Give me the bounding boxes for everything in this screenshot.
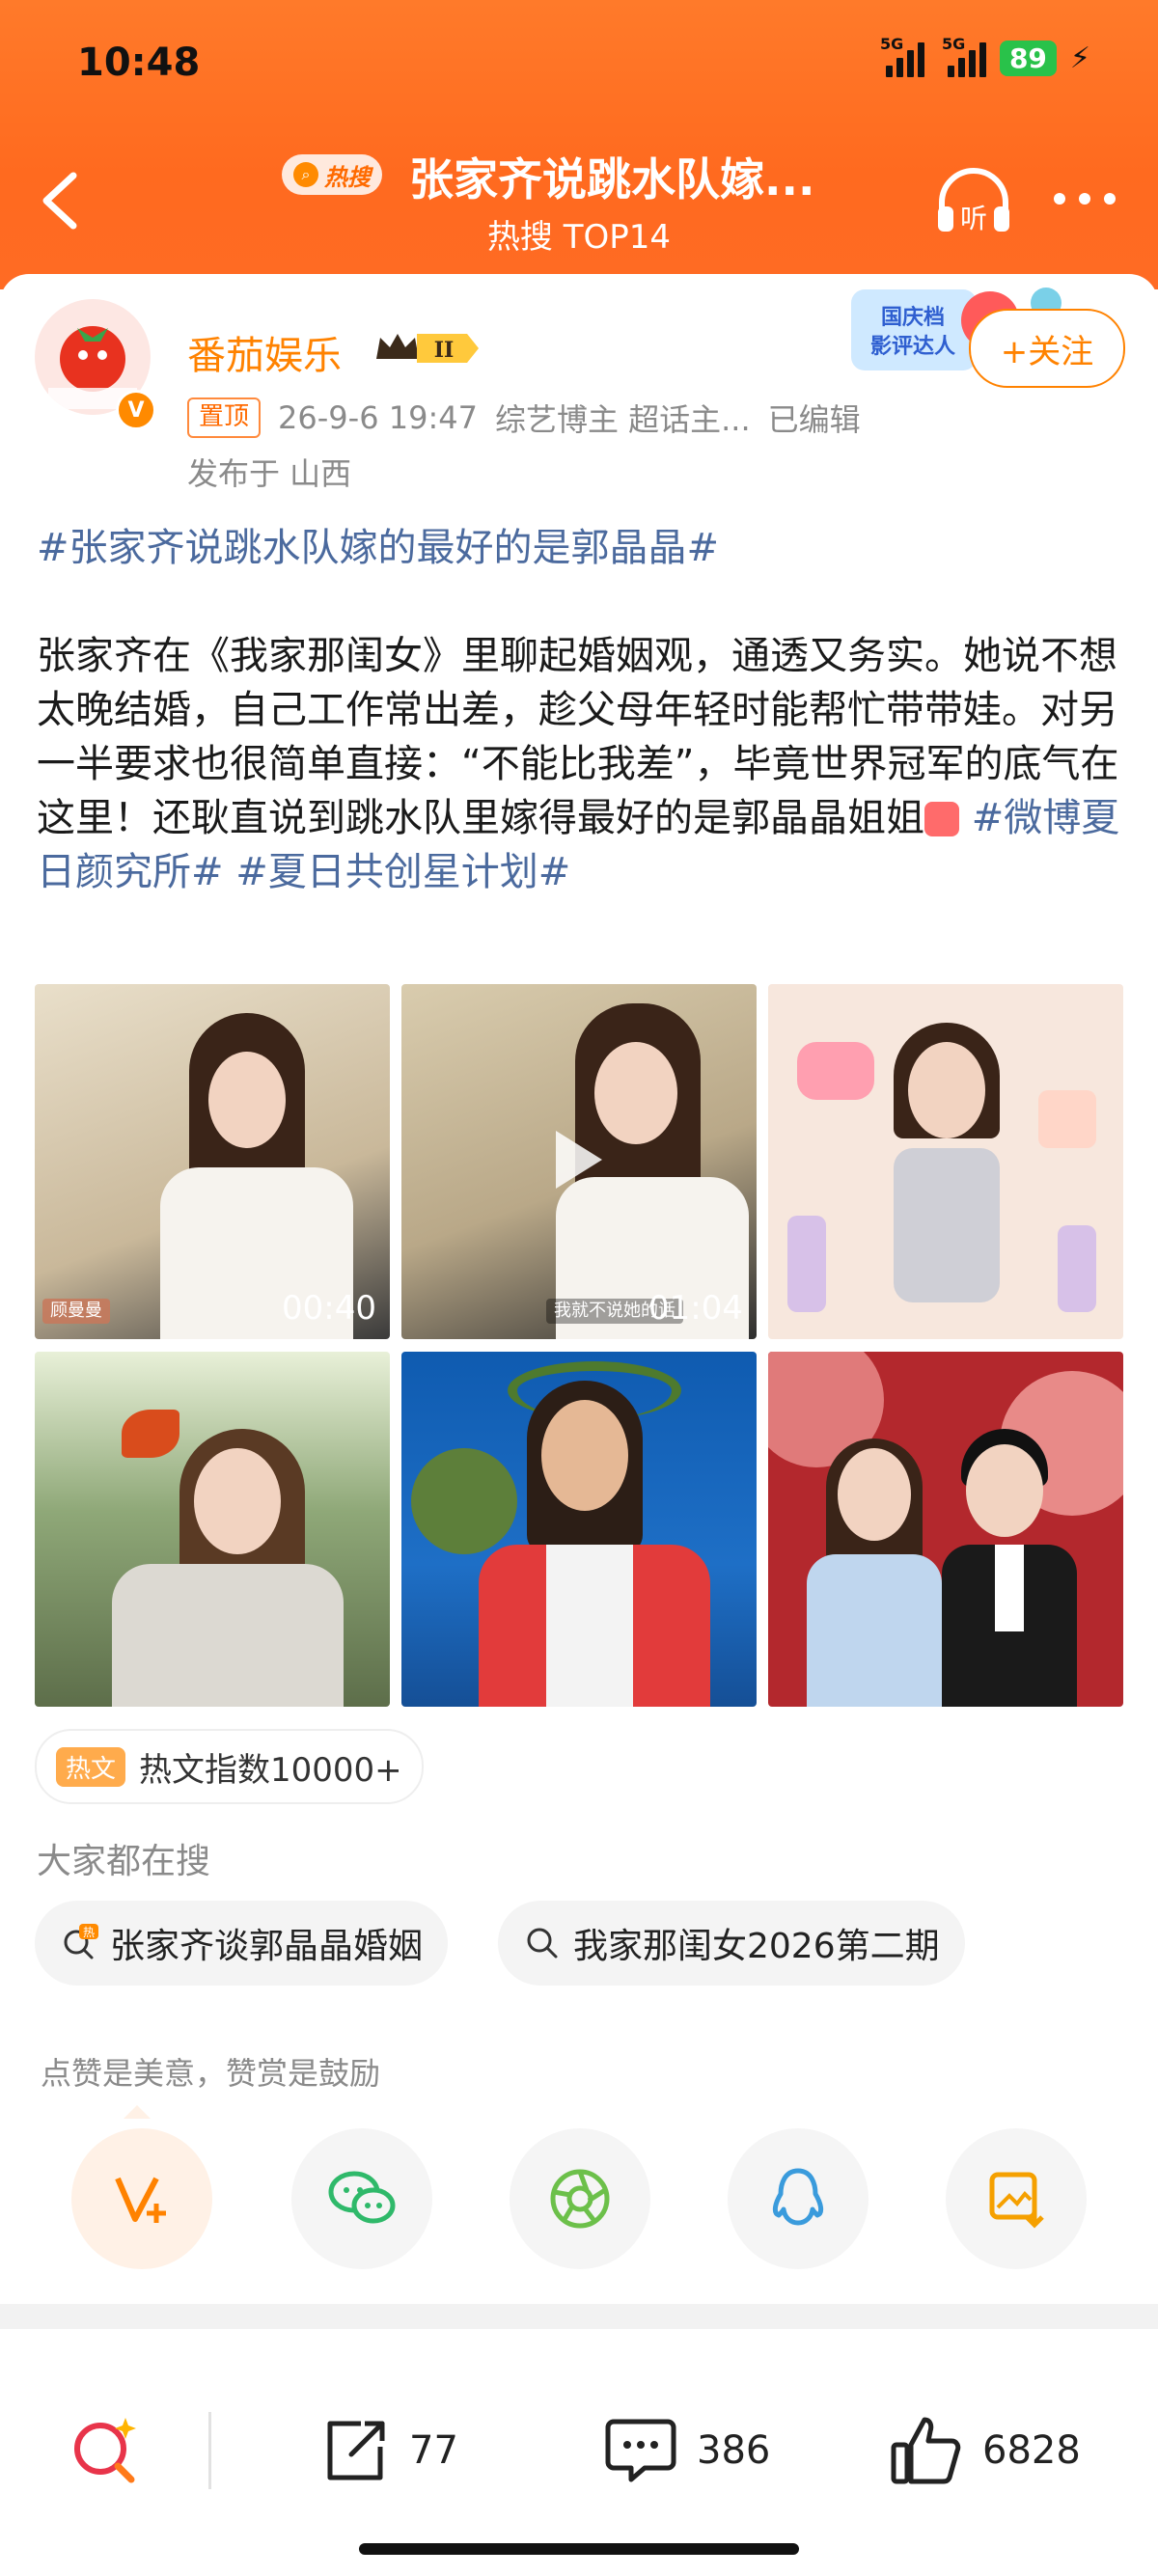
promo-text: 国庆档 xyxy=(881,305,945,330)
reward-button[interactable] xyxy=(71,2128,212,2269)
home-indicator[interactable] xyxy=(359,2543,799,2555)
header-bar: 10:48 5G 5G 89 ⚡ ⌕ 热搜 张家齐说跳水队嫁... 热搜 TOP… xyxy=(0,0,1158,289)
status-icons: 5G 5G 89 ⚡ xyxy=(880,35,1090,77)
moments-icon xyxy=(550,2169,610,2229)
ai-search-button[interactable] xyxy=(68,2412,145,2489)
share-wechat-button[interactable] xyxy=(291,2128,432,2269)
hot-index-text: 热文指数10000+ xyxy=(139,1750,402,1790)
verified-badge-icon: V xyxy=(116,390,156,430)
ai-search-icon xyxy=(74,2418,136,2483)
search-suggestion[interactable]: 热 张家齐谈郭晶晶婚姻 xyxy=(35,1901,449,1986)
crown-level-icon: II xyxy=(376,334,479,363)
video-thumbnail[interactable]: 顾曼曼 00:40 xyxy=(35,984,390,1339)
network-label: 5G xyxy=(879,35,904,53)
video-duration: 01:04 xyxy=(648,1289,743,1328)
image-grid: 顾曼曼 00:40 我就不说她的话 01:04 xyxy=(35,984,1125,1707)
hashtag-link[interactable]: #夏日共创星计划# xyxy=(235,850,570,894)
page-title: 张家齐说跳水队嫁... xyxy=(409,153,815,206)
comment-icon xyxy=(605,2419,676,2482)
hot-search-label: 热搜 xyxy=(324,163,371,191)
comment-count: 386 xyxy=(697,2428,771,2473)
save-image-button[interactable] xyxy=(946,2128,1087,2269)
search-icon: ⌕ xyxy=(293,162,318,187)
edited-label[interactable]: 已编辑 xyxy=(768,396,861,440)
network-label: 5G xyxy=(941,35,966,53)
repost-button[interactable]: 77 xyxy=(318,2412,458,2489)
follow-button[interactable]: +关注 xyxy=(969,309,1125,388)
headphones-icon[interactable]: 听 xyxy=(932,160,1015,243)
emoji-icon xyxy=(924,802,959,836)
post-location: 发布于 山西 xyxy=(187,455,352,492)
more-icon[interactable] xyxy=(1046,170,1123,228)
share-moments-button[interactable] xyxy=(510,2128,650,2269)
search-suggestion[interactable]: 我家那闺女2026第二期 xyxy=(498,1901,965,1986)
author-name[interactable]: 番茄娱乐 xyxy=(187,324,342,380)
pinned-tag: 置顶 xyxy=(187,397,262,438)
hot-index-chip[interactable]: 热文 热文指数10000+ xyxy=(35,1729,424,1804)
photo-thumbnail[interactable] xyxy=(401,1352,757,1707)
search-icon xyxy=(527,1928,558,1959)
bottom-action-bar: 77 386 6828 xyxy=(0,2373,1158,2528)
reward-v-icon xyxy=(115,2177,166,2223)
video-thumbnail[interactable]: 我就不说她的话 01:04 xyxy=(401,984,757,1339)
charging-icon: ⚡ xyxy=(1069,41,1090,75)
post-meta: 置顶 26-9-6 19:47 综艺博主 超话主... 已编辑 xyxy=(187,396,861,440)
level-text: II xyxy=(434,338,455,363)
encourage-text: 点赞是美意，赞赏是鼓励 xyxy=(41,2055,381,2092)
share-qq-button[interactable] xyxy=(728,2128,868,2269)
share-row xyxy=(0,2128,1158,2269)
everyone-search-label: 大家都在搜 xyxy=(37,1842,211,1881)
reward-pointer xyxy=(124,2105,151,2119)
photo-thumbnail[interactable] xyxy=(768,984,1123,1339)
qq-icon xyxy=(772,2168,824,2226)
title-hashtag[interactable]: #张家齐说跳水队嫁的最好的是郭晶晶# xyxy=(37,521,1125,575)
post-body: #张家齐说跳水队嫁的最好的是郭晶晶# 张家齐在《我家那闺女》里聊起婚姻观，通透又… xyxy=(37,521,1125,899)
post-date: 26-9-6 19:47 xyxy=(278,399,478,436)
hot-mark: 热 xyxy=(83,1926,95,1939)
wechat-icon xyxy=(328,2171,396,2224)
like-button[interactable]: 6828 xyxy=(888,2412,1081,2489)
video-duration: 00:40 xyxy=(282,1289,376,1328)
like-count: 6828 xyxy=(982,2428,1081,2473)
promo-text: 影评达人 xyxy=(870,335,955,359)
save-image-icon xyxy=(989,2172,1044,2229)
thumbs-up-icon xyxy=(891,2417,961,2484)
listen-label: 听 xyxy=(960,203,987,234)
repost-count: 77 xyxy=(409,2428,458,2473)
hot-search-icon: 热 xyxy=(64,1924,98,1959)
battery-indicator: 89 xyxy=(999,40,1057,76)
post-source[interactable]: 综艺博主 超话主... xyxy=(495,396,751,440)
search-suggestion-text: 张家齐谈郭晶晶婚姻 xyxy=(110,1927,424,1966)
section-divider xyxy=(0,2304,1158,2329)
signal-icon: 5G xyxy=(880,35,924,77)
comment-button[interactable]: 386 xyxy=(602,2412,770,2489)
search-suggestion-text: 我家那闺女2026第二期 xyxy=(573,1927,940,1966)
video-caption: 顾曼曼 xyxy=(42,1299,110,1324)
status-time: 10:48 xyxy=(77,41,201,85)
bottom-separator xyxy=(208,2412,211,2489)
signal-icon: 5G xyxy=(942,35,986,77)
hot-article-tag: 热文 xyxy=(56,1746,126,1787)
photo-thumbnail[interactable] xyxy=(35,1352,390,1707)
photo-thumbnail[interactable] xyxy=(768,1352,1123,1707)
hot-search-pill: ⌕ 热搜 xyxy=(282,154,382,195)
repost-icon xyxy=(327,2421,385,2480)
play-icon xyxy=(556,1131,602,1189)
